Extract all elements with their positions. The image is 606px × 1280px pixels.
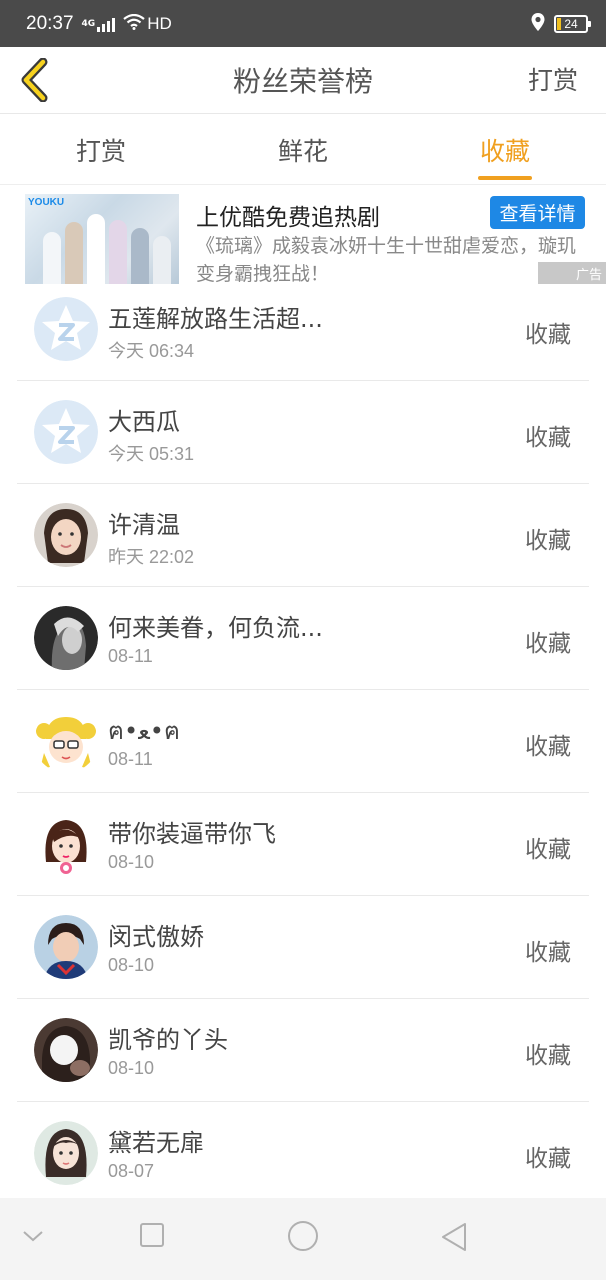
home-icon[interactable] xyxy=(287,1220,319,1256)
list-item[interactable]: 带你装逼带你飞 08-10 收藏 xyxy=(17,793,589,896)
status-bar: 20:37 4G HD 24 xyxy=(0,0,606,47)
timestamp: 08-07 xyxy=(108,1161,155,1181)
action-label: 收藏 xyxy=(525,1146,571,1172)
user-avatar xyxy=(34,1018,98,1082)
list-item[interactable]: 凯爷的丫头 08-10 收藏 xyxy=(17,999,589,1102)
chevron-down-icon[interactable] xyxy=(22,1228,44,1247)
list-item[interactable]: ฅ•ﻌ•ฅ 08-11 收藏 xyxy=(17,690,589,793)
hd-indicator: HD xyxy=(147,13,172,33)
timestamp: 08-10 xyxy=(108,1058,155,1078)
user-avatar xyxy=(34,915,98,979)
ad-banner[interactable]: YOUKU 上优酷免费追热剧 查看详情 《琉璃》成毅袁冰妍十生十世甜虐爱恋，璇玑… xyxy=(0,186,606,286)
cartoon-avatar xyxy=(34,812,98,876)
timestamp: 今天 05:31 xyxy=(108,444,195,464)
timestamp: 08-11 xyxy=(108,646,153,666)
user-avatar xyxy=(34,503,98,567)
location-icon xyxy=(530,12,546,36)
system-nav-bar xyxy=(0,1198,606,1280)
user-name: 黛若无扉 xyxy=(108,1129,204,1157)
cartoon-avatar xyxy=(34,709,98,773)
back-button[interactable] xyxy=(14,55,54,105)
timestamp: 08-10 xyxy=(108,852,155,872)
back-icon[interactable] xyxy=(440,1222,468,1256)
list-item[interactable]: 大西瓜 今天 05:31 收藏 xyxy=(17,381,589,484)
signal-icon xyxy=(97,16,116,32)
ad-image[interactable]: YOUKU xyxy=(25,194,179,284)
timestamp: 今天 06:34 xyxy=(108,341,195,361)
title-bar: 粉丝荣誉榜 打赏 xyxy=(0,47,606,114)
action-label: 收藏 xyxy=(525,734,571,760)
default-star-icon xyxy=(34,297,98,361)
action-label: 收藏 xyxy=(525,425,571,451)
back-arrow-icon xyxy=(21,58,48,102)
default-star-icon xyxy=(34,400,98,464)
action-label: 收藏 xyxy=(525,322,571,348)
wifi-icon xyxy=(123,13,145,34)
page-title: 粉丝荣誉榜 xyxy=(232,65,373,98)
user-name: 凯爷的丫头 xyxy=(108,1026,228,1054)
ad-headline: 上优酷免费追热剧 xyxy=(196,205,380,231)
action-label: 收藏 xyxy=(525,528,571,554)
status-time: 20:37 xyxy=(26,12,74,34)
user-avatar xyxy=(34,606,98,670)
battery-icon: 24 xyxy=(554,14,591,33)
timestamp: 昨天 22:02 xyxy=(108,547,195,567)
user-avatar xyxy=(34,1121,98,1185)
network-type: 4G xyxy=(81,18,96,29)
user-name: 闵式傲娇 xyxy=(108,923,204,951)
tab-bar: 打赏 鲜花 收藏 xyxy=(0,115,606,185)
reward-button[interactable]: 打赏 xyxy=(528,61,578,97)
user-name: 何来美眷，何负流... xyxy=(108,614,323,642)
timestamp: 08-10 xyxy=(108,955,155,975)
user-name: 大西瓜 xyxy=(108,408,180,436)
user-name: ฅ•ﻌ•ฅ xyxy=(108,717,181,745)
youku-logo: YOUKU xyxy=(28,197,65,208)
recent-apps-icon[interactable] xyxy=(139,1222,165,1252)
user-name: 带你装逼带你飞 xyxy=(108,820,276,848)
user-name: 五莲解放路生活超... xyxy=(108,305,323,333)
tab-flowers[interactable]: 鲜花 xyxy=(202,115,404,184)
action-label: 收藏 xyxy=(525,1043,571,1069)
timestamp: 08-11 xyxy=(108,749,153,769)
tab-favorites[interactable]: 收藏 xyxy=(404,115,606,184)
action-label: 收藏 xyxy=(525,631,571,657)
action-label: 收藏 xyxy=(525,940,571,966)
list-item[interactable]: 闵式傲娇 08-10 收藏 xyxy=(17,896,589,999)
list-item[interactable]: 许清温 昨天 22:02 收藏 xyxy=(17,484,589,587)
battery-level: 24 xyxy=(564,16,578,31)
action-label: 收藏 xyxy=(525,837,571,863)
list-item[interactable]: 何来美眷，何负流... 08-11 收藏 xyxy=(17,587,589,690)
list-item[interactable]: 黛若无扉 08-07 收藏 xyxy=(17,1102,589,1205)
tab-reward[interactable]: 打赏 xyxy=(0,115,202,184)
fan-list: 五莲解放路生活超... 今天 06:34 收藏 大西瓜 今天 05:31 收藏 … xyxy=(0,278,606,1205)
list-item[interactable]: 五莲解放路生活超... 今天 06:34 收藏 xyxy=(17,278,589,381)
ad-details-button[interactable]: 查看详情 xyxy=(490,196,585,229)
user-name: 许清温 xyxy=(108,511,180,539)
